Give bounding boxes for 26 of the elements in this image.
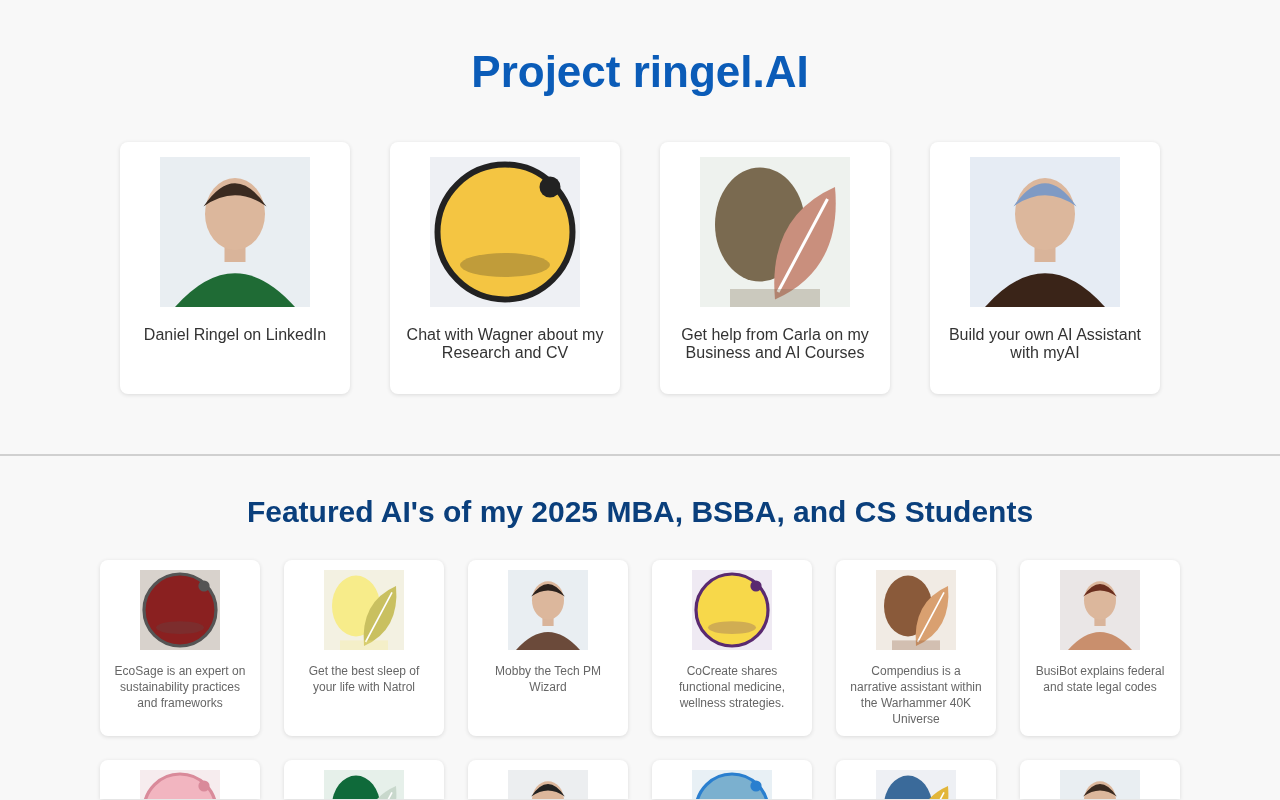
assistant-card[interactable]: [284, 760, 444, 799]
card-label: Daniel Ringel on LinkedIn: [142, 326, 328, 344]
assistant-card[interactable]: [836, 760, 996, 799]
assistant-card[interactable]: Chat with Wagner about my Research and CV: [390, 142, 620, 394]
assistant-card[interactable]: Build your own AI Assistant with myAI: [930, 142, 1160, 394]
assistant-card[interactable]: Daniel Ringel on LinkedIn: [120, 142, 350, 394]
card-label: Build your own AI Assistant with myAI: [947, 326, 1143, 362]
assistant-card[interactable]: [1020, 760, 1180, 799]
assistant-card[interactable]: Mobby the Tech PM Wizard: [468, 560, 628, 736]
assistant-card[interactable]: Get the best sleep of your life with Natrol: [284, 560, 444, 736]
assistant-card[interactable]: BusiBot explains federal and state legal codes: [1020, 560, 1180, 736]
card-description: EcoSage is an expert on sustainability practices and frameworks: [113, 663, 247, 711]
card-description: Get the best sleep of your life with Natrol: [307, 663, 421, 695]
assistant-card[interactable]: Compendius is a narrative assistant within the Warhammer 40K Universe: [836, 560, 996, 736]
card-description: CoCreate shares functional medicine, wellness strategies.: [677, 663, 787, 711]
card-description: BusiBot explains federal and state legal codes: [1034, 663, 1166, 695]
card-label: Get help from Carla on my Business and AI Courses: [680, 326, 870, 362]
assistant-card[interactable]: [468, 760, 628, 799]
page-title: Project ringel.AI: [470, 46, 810, 98]
assistant-card[interactable]: CoCreate shares functional medicine, wellness strategies.: [652, 560, 812, 736]
card-description: Compendius is a narrative assistant within the Warhammer 40K Universe: [849, 663, 983, 727]
card-description: Mobby the Tech PM Wizard: [494, 663, 602, 695]
assistant-card[interactable]: Get help from Carla on my Business and AI Courses: [660, 142, 890, 394]
section-heading: Featured AI's of my 2025 MBA, BSBA, and CS Students: [245, 494, 1035, 530]
card-label: Chat with Wagner about my Research and CV: [405, 326, 605, 362]
assistant-card[interactable]: EcoSage is an expert on sustainability practices and frameworks: [100, 560, 260, 736]
